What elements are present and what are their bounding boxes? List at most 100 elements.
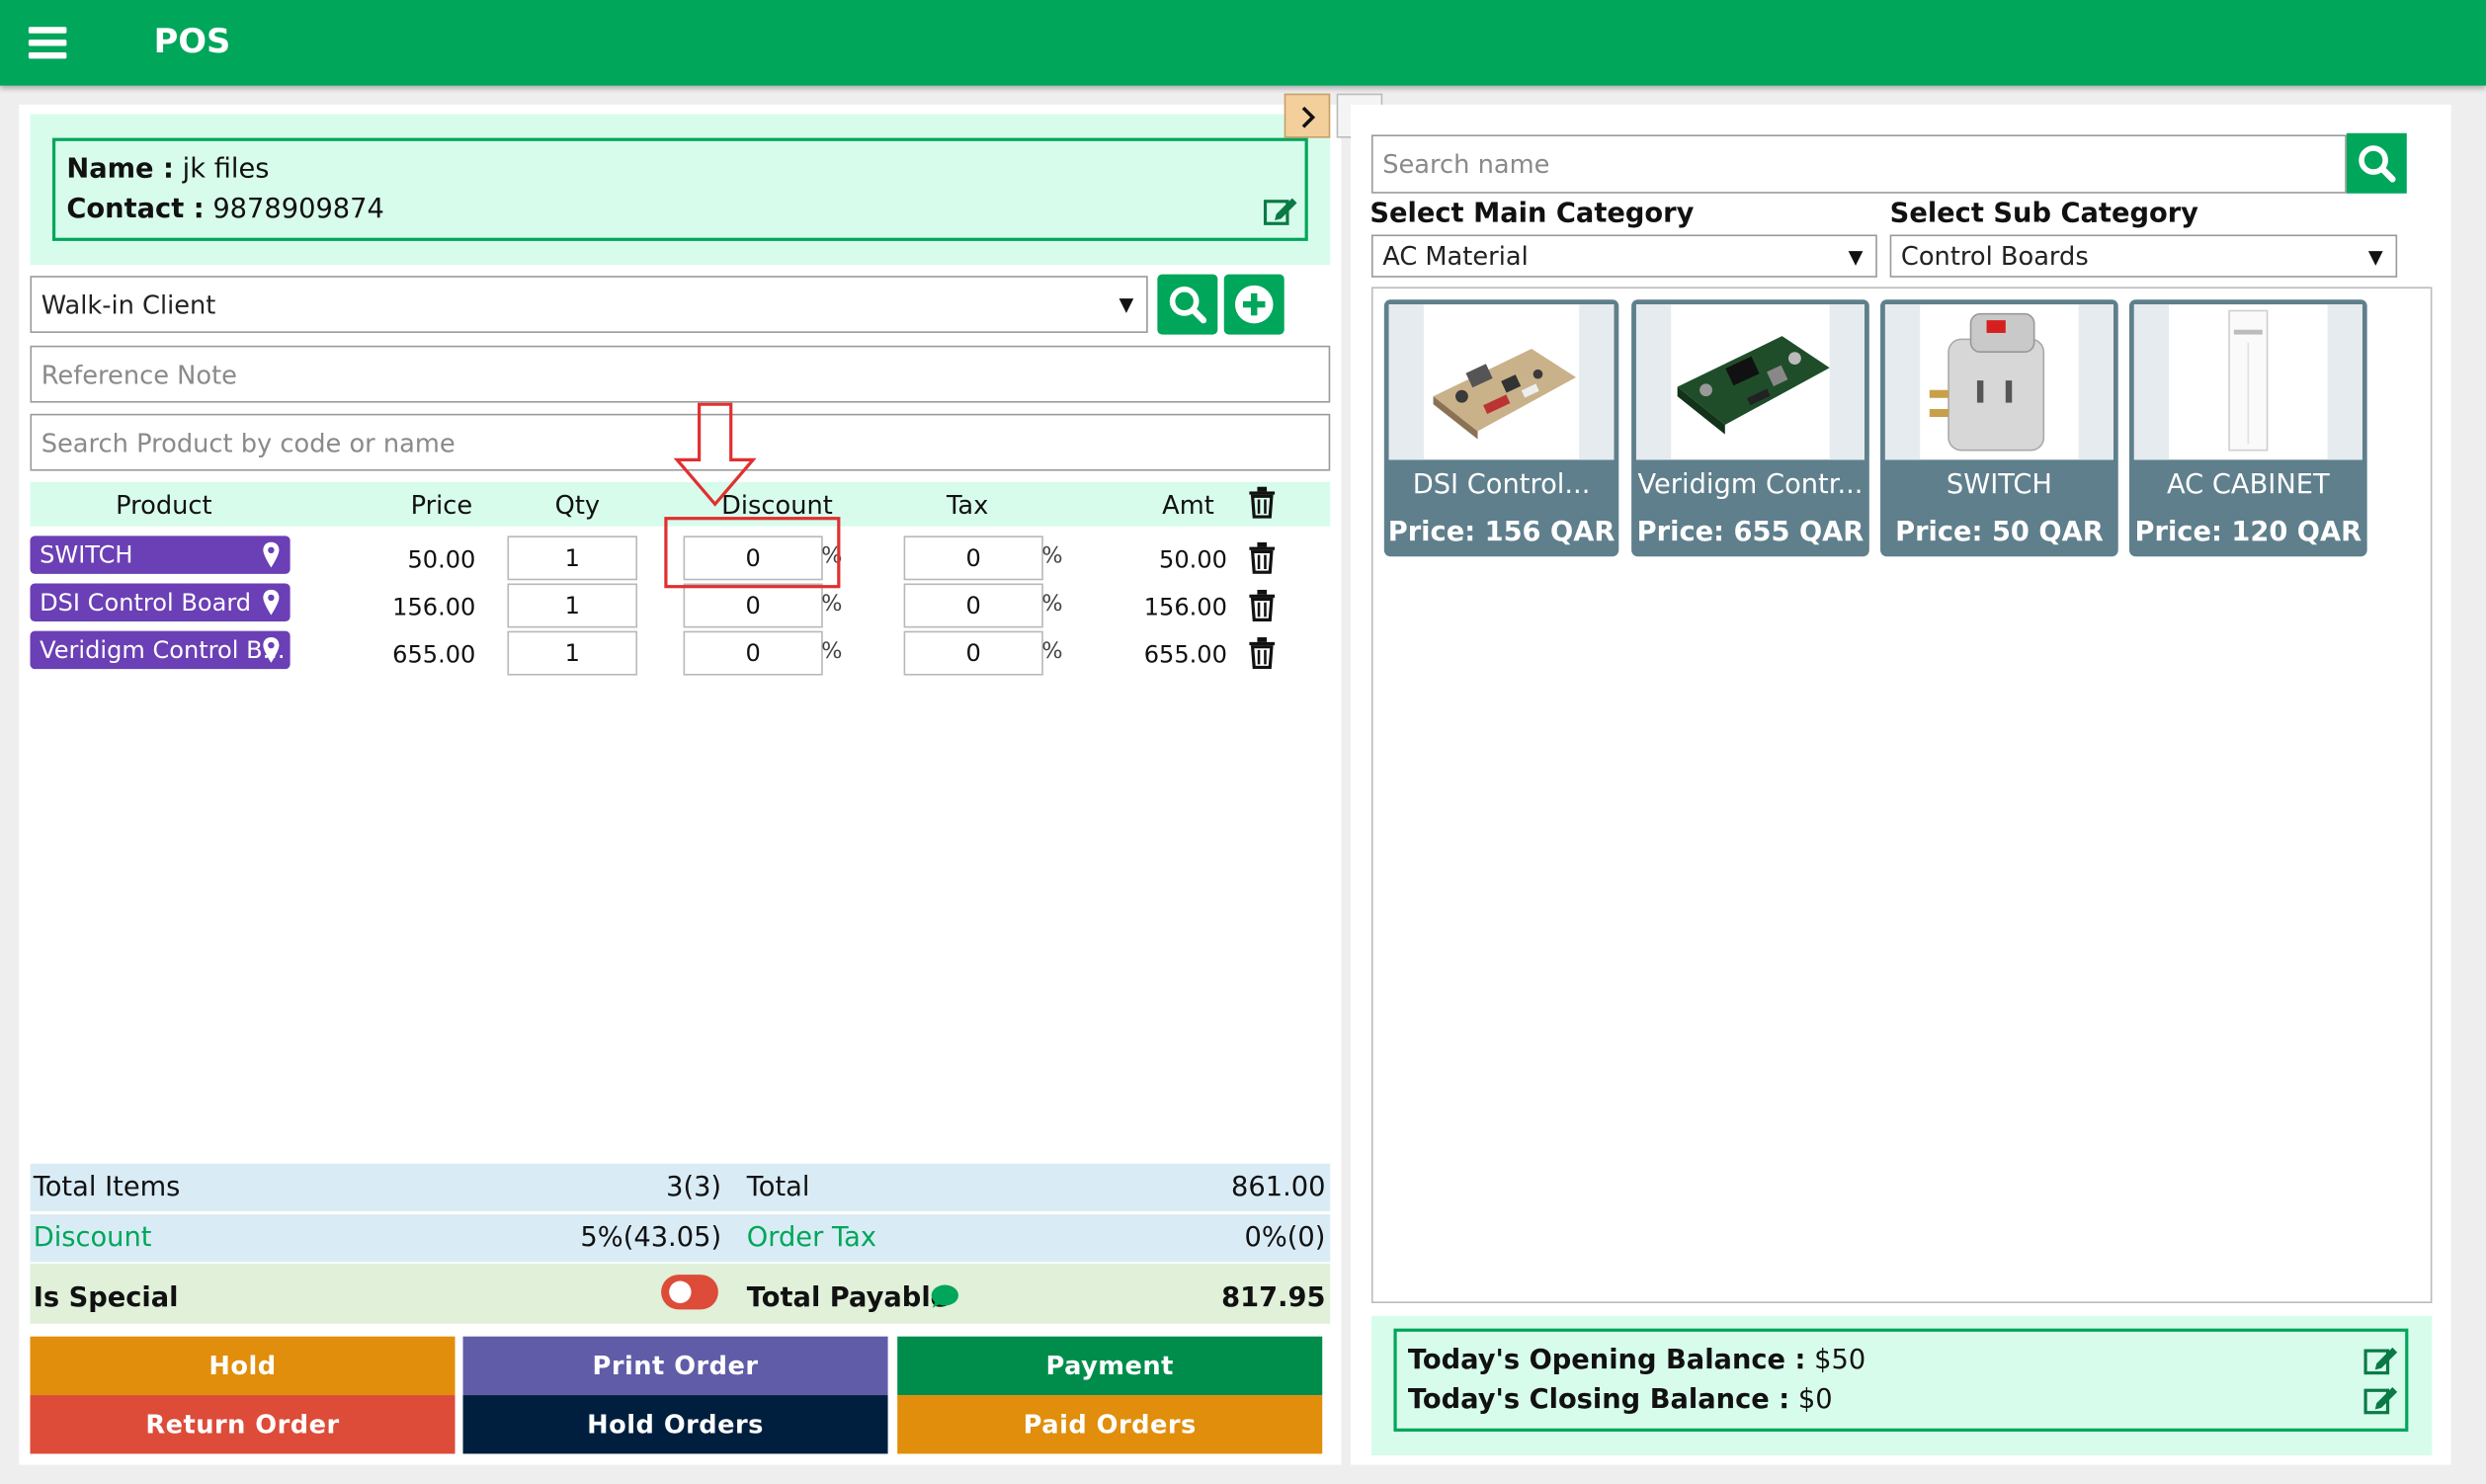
customer-name-label: Name : [66,153,174,186]
chevron-down-icon: ▼ [1119,292,1134,316]
row-price: 156.00 [392,593,476,622]
search-icon [1169,287,1207,324]
product-pill[interactable]: Veridigm Control B... [30,630,290,670]
is-special-toggle[interactable] [661,1275,718,1310]
app-title: POS [153,22,231,60]
product-card-name: SWITCH [1946,468,2052,502]
customer-contact-value: 9878909874 [212,193,384,225]
hold-button[interactable]: Hold [30,1336,456,1396]
total-payable-value: 817.95 [1221,1282,1326,1315]
total-label: Total [746,1171,810,1203]
order-tax-link[interactable]: Order Tax [747,1222,876,1254]
discount-link[interactable]: Discount [34,1222,152,1254]
opening-balance-value: $50 [1814,1344,1866,1376]
row-amount: 156.00 [1143,593,1227,622]
main-category-label: Select Main Category [1369,198,1695,230]
delete-row-trash-icon[interactable] [1248,637,1277,670]
order-tax-value: 0%(0) [1244,1222,1326,1255]
top-bar: POS [0,0,2486,86]
add-client-button[interactable] [1223,274,1284,335]
product-card[interactable]: DSI Control... Price: 156 QAR [1383,299,1619,557]
green-circuit-board-image [1635,304,1865,460]
discount-unit: % [821,638,843,665]
product-name-search-input[interactable]: Search name [1370,134,2347,194]
product-card-price: Price: 655 QAR [1636,517,1864,549]
product-search-placeholder: Search Product by code or name [41,427,456,457]
tax-input[interactable]: 0 [903,630,1043,676]
edit-closing-balance-icon[interactable] [2363,1384,2398,1416]
reference-note-placeholder: Reference Note [41,359,237,389]
annotation-arrow [673,402,757,507]
tax-unit: % [1041,543,1063,570]
location-pin-icon[interactable] [262,588,281,617]
row-price: 50.00 [407,544,476,574]
summary-row-totals: Total Items 3(3) Total 861.00 [30,1163,1331,1211]
chevron-down-icon: ▼ [2367,244,2383,268]
sub-category-select[interactable]: Control Boards ▼ [1889,234,2398,278]
qty-input[interactable]: 1 [507,630,638,676]
product-card-name: DSI Control... [1412,468,1591,502]
comment-icon[interactable] [931,1284,959,1310]
edit-opening-balance-icon[interactable] [2363,1345,2398,1376]
tax-input[interactable]: 0 [903,583,1043,628]
reference-note-input[interactable]: Reference Note [30,345,1331,403]
tax-unit: % [1041,591,1063,618]
qty-input[interactable]: 1 [507,583,638,628]
product-card-name: AC CABINET [2166,468,2330,502]
total-payable-label: Total Payable [746,1282,950,1315]
col-tax: Tax [946,489,989,521]
delete-row-trash-icon[interactable] [1248,541,1277,574]
switch-adapter-image [1884,304,2113,460]
menu-icon[interactable] [28,27,67,59]
search-client-button[interactable] [1157,274,1218,335]
qty-input[interactable]: 1 [507,536,638,581]
product-card[interactable]: Veridigm Contr... Price: 655 QAR [1631,299,1869,557]
edit-customer-icon[interactable] [1263,195,1298,226]
col-amt: Amt [1162,489,1214,521]
clear-all-trash-icon[interactable] [1248,486,1277,519]
col-product: Product [116,489,212,521]
product-pill[interactable]: SWITCH [30,536,290,574]
chevron-down-icon: ▼ [1848,244,1864,268]
return-order-button[interactable]: Return Order [30,1395,456,1454]
product-pill[interactable]: DSI Control Board [30,583,290,622]
product-card[interactable]: AC CABINET Price: 120 QAR [2128,299,2367,557]
product-card-name: Veridigm Contr... [1637,468,1864,502]
plus-circle-icon [1234,285,1274,324]
col-price: Price [410,489,473,521]
location-pin-icon[interactable] [262,635,281,664]
is-special-label: Is Special [33,1282,179,1315]
sub-category-label: Select Sub Category [1889,198,2198,230]
product-search-button[interactable] [2346,132,2407,194]
row-price: 655.00 [392,640,476,670]
main-category-value: AC Material [1382,240,1529,272]
summary-row-discount: Discount 5%(43.05) Order Tax 0%(0) [30,1214,1331,1263]
tax-unit: % [1041,638,1063,665]
customer-contact-label: Contact : [66,193,205,225]
closing-balance-value: $0 [1797,1383,1833,1416]
search-icon [2359,145,2396,183]
main-category-select[interactable]: AC Material ▼ [1370,234,1877,278]
delete-row-trash-icon[interactable] [1248,589,1277,622]
product-card[interactable]: SWITCH Price: 50 QAR [1880,299,2118,557]
expand-panel-button[interactable] [1284,93,1331,138]
total-value: 861.00 [1230,1171,1326,1203]
client-select[interactable]: Walk-in Client ▼ [30,276,1148,333]
discount-input[interactable]: 0 [683,630,823,676]
product-card-price: Price: 120 QAR [2134,517,2362,549]
annotation-highlight-box [664,517,841,589]
total-items-label: Total Items [33,1171,181,1203]
sub-category-value: Control Boards [1900,240,2089,272]
client-select-value: Walk-in Client [41,289,216,320]
hold-orders-button[interactable]: Hold Orders [462,1395,888,1454]
tax-input[interactable]: 0 [903,536,1043,581]
payment-button[interactable]: Payment [897,1336,1323,1396]
paid-orders-button[interactable]: Paid Orders [897,1395,1323,1454]
opening-balance-label: Today's Opening Balance : [1407,1344,1806,1376]
product-card-price: Price: 156 QAR [1387,517,1616,549]
discount-input[interactable]: 0 [683,583,823,628]
print-order-button[interactable]: Print Order [462,1336,888,1396]
row-amount: 50.00 [1159,544,1227,574]
closing-balance-label: Today's Closing Balance : [1407,1383,1790,1416]
location-pin-icon[interactable] [262,540,281,569]
